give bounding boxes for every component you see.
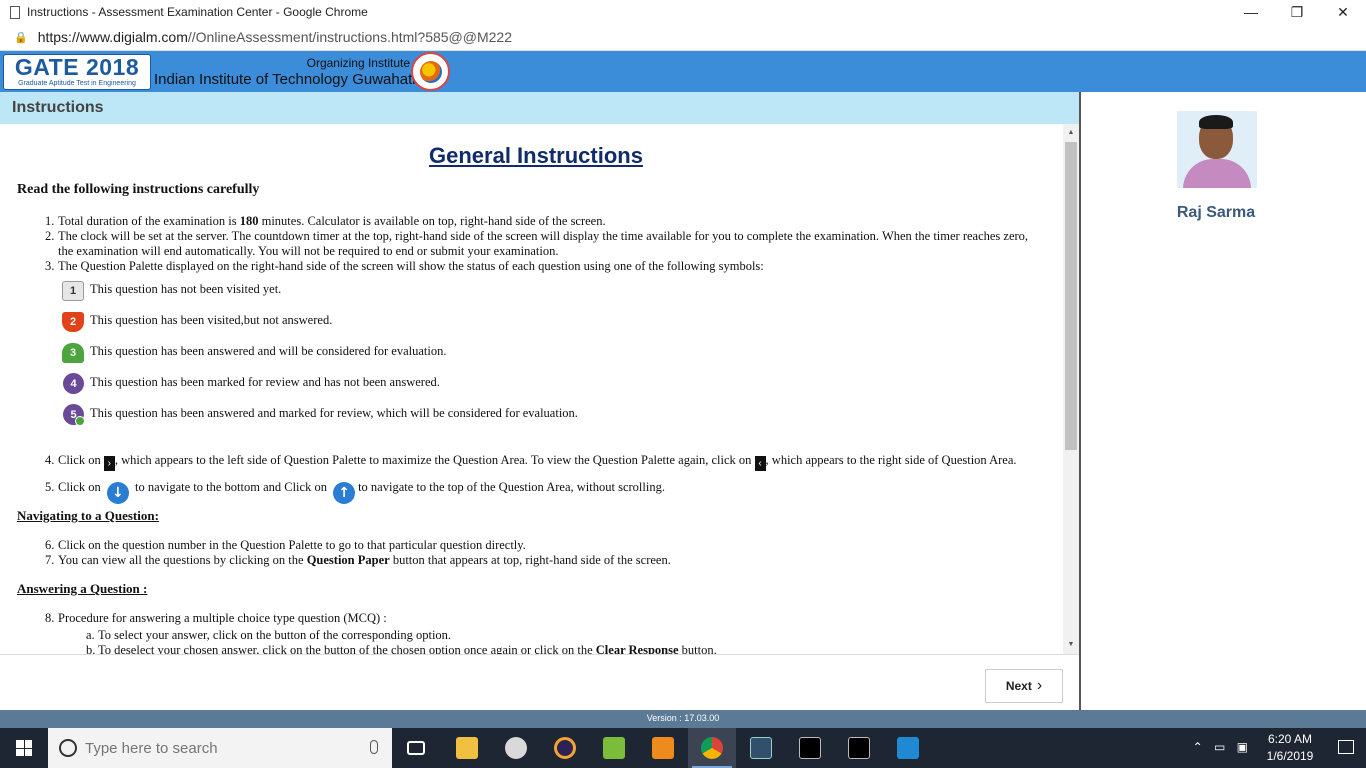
sublime-text-icon[interactable] [639, 728, 687, 768]
answering-heading: Answering a Question : [17, 581, 148, 596]
taskbar-clock[interactable]: 6:20 AM 1/6/2019 [1258, 731, 1322, 765]
lock-icon[interactable]: 🔒 [14, 31, 28, 44]
answered-marked-icon: 5 [63, 404, 85, 426]
instructions-bar: Instructions [0, 92, 1079, 124]
scroll-up-icon[interactable]: ▲ [1063, 126, 1079, 140]
clock-time: 6:20 AM [1267, 732, 1313, 746]
page-title: General Instructions [429, 143, 643, 168]
not-visited-icon: 1 [62, 281, 84, 301]
vscode-icon[interactable] [884, 728, 932, 768]
list-number: 8. [45, 611, 55, 625]
instruction-8b: To deselect your chosen answer, click on… [98, 643, 717, 654]
answered-icon: 3 [62, 343, 84, 363]
list-number: 7. [45, 553, 55, 567]
instruction-8a: To select your answer, click on the butt… [98, 628, 452, 642]
not-visited-description: This question has not been visited yet. [90, 282, 282, 296]
minimize-button[interactable]: — [1228, 0, 1274, 24]
chevron-right-icon: › [1036, 677, 1043, 694]
file-explorer-icon[interactable] [443, 728, 491, 768]
candidate-panel: Raj Sarma [1081, 92, 1366, 710]
not-answered-icon: 2 [62, 312, 84, 332]
battery-icon[interactable]: ▭ [1214, 740, 1225, 754]
marked-for-review-description: This question has been marked for review… [90, 375, 440, 389]
chevron-up-icon[interactable]: ⌃ [1193, 740, 1203, 754]
start-button[interactable] [0, 728, 48, 768]
marked-for-review-icon: 4 [63, 373, 84, 394]
instruction-8: Procedure for answering a multiple choic… [58, 611, 387, 625]
gate-logo-subtitle: Graduate Aptitude Test in Engineering [18, 80, 136, 87]
mysql-console-icon[interactable] [835, 728, 883, 768]
list-number: 3. [45, 259, 55, 273]
organizing-institute: Organizing Institute Indian Institute of… [154, 54, 416, 90]
chrome-icon[interactable] [688, 728, 736, 768]
url-host[interactable]: https://www.digialm.com [38, 29, 188, 45]
candidate-name: Raj Sarma [1176, 204, 1256, 221]
version-bar: Version : 17.03.00 [0, 710, 1366, 728]
command-prompt-icon[interactable] [786, 728, 834, 768]
notepad-icon[interactable] [590, 728, 638, 768]
not-answered-description: This question has been visited,but not a… [90, 313, 333, 327]
close-button[interactable]: ✕ [1320, 0, 1366, 24]
list-number: a. [86, 628, 95, 642]
task-view-icon[interactable] [392, 728, 440, 768]
read-carefully-heading: Read the following instructions carefull… [17, 182, 260, 197]
list-number: 2. [45, 229, 55, 243]
search-input[interactable] [85, 739, 355, 757]
window-title: Instructions - Assessment Examination Ce… [27, 5, 368, 19]
list-number: 4. [45, 453, 55, 467]
iit-guwahati-logo [411, 52, 450, 91]
gate-logo-title: GATE 2018 [14, 54, 140, 80]
navigating-heading: Navigating to a Question: [17, 508, 159, 523]
organizing-label: Organizing Institute [306, 56, 410, 70]
arrow-up-icon: ↑ [333, 482, 356, 504]
window-titlebar: Instructions - Assessment Examination Ce… [0, 0, 1366, 24]
collapse-left-icon: ‹ [754, 456, 766, 471]
url-path[interactable]: //OnlineAssessment/instructions.html?585… [188, 29, 512, 45]
list-number: b. [86, 643, 96, 654]
notifications-icon[interactable] [1338, 740, 1354, 754]
instructions-content: General Instructions Read the following … [0, 124, 1063, 654]
instruction-1: Total duration of the examination is 180… [58, 214, 606, 228]
next-button-label: Next [1005, 679, 1032, 693]
list-number: 6. [45, 538, 55, 552]
scrollbar-thumb[interactable] [1065, 142, 1077, 450]
next-button[interactable]: Next › [985, 669, 1063, 703]
list-number: 1. [45, 214, 55, 228]
instruction-3: The Question Palette displayed on the ri… [58, 259, 764, 273]
microphone-icon[interactable] [370, 740, 378, 754]
content-footer: Next › [0, 654, 1079, 710]
instruction-4: Click on ›, which appears to the left si… [58, 453, 1017, 471]
taskbar: ⌃ ▭ ▣ 6:20 AM 1/6/2019 [0, 728, 1366, 768]
instruction-5: Click on ↓ to navigate to the bottom and… [58, 480, 665, 504]
instruction-7: You can view all the questions by clicki… [58, 553, 671, 567]
address-bar[interactable]: 🔒 https://www.digialm.com//OnlineAssessm… [0, 24, 1366, 51]
answered-marked-description: This question has been answered and mark… [90, 406, 578, 420]
institute-name: Indian Institute of Technology Guwahati [154, 71, 416, 88]
instruction-6: Click on the question number in the Ques… [58, 538, 526, 552]
windows-icon [16, 740, 32, 756]
snipping-tool-icon[interactable] [492, 728, 540, 768]
expand-right-icon: › [103, 456, 115, 471]
system-tray[interactable]: ⌃ ▭ ▣ [1193, 740, 1248, 754]
instruction-2-line-1: The clock will be set at the server. The… [58, 229, 1029, 243]
list-number: 5. [45, 480, 55, 494]
window-controls: — ❐ ✕ [1228, 0, 1366, 24]
cortana-icon [59, 739, 77, 757]
taskbar-search[interactable] [48, 728, 392, 768]
restore-button[interactable]: ❐ [1274, 0, 1320, 24]
clock-date: 1/6/2019 [1266, 749, 1314, 763]
gate-logo: GATE 2018 Graduate Aptitude Test in Engi… [3, 54, 151, 90]
mysql-workbench-icon[interactable] [737, 728, 785, 768]
eclipse-icon[interactable] [541, 728, 589, 768]
instruction-2-line-2: the examination will end automatically. … [58, 244, 559, 258]
network-icon[interactable]: ▣ [1237, 740, 1248, 754]
scroll-down-icon[interactable]: ▼ [1063, 638, 1079, 652]
site-header: GATE 2018 Graduate Aptitude Test in Engi… [0, 51, 1366, 92]
arrow-down-icon: ↓ [106, 482, 129, 504]
content-scrollbar[interactable]: ▲ ▼ [1063, 124, 1079, 654]
avatar [1177, 111, 1257, 188]
answered-description: This question has been answered and will… [90, 344, 447, 358]
page-icon [10, 5, 20, 19]
